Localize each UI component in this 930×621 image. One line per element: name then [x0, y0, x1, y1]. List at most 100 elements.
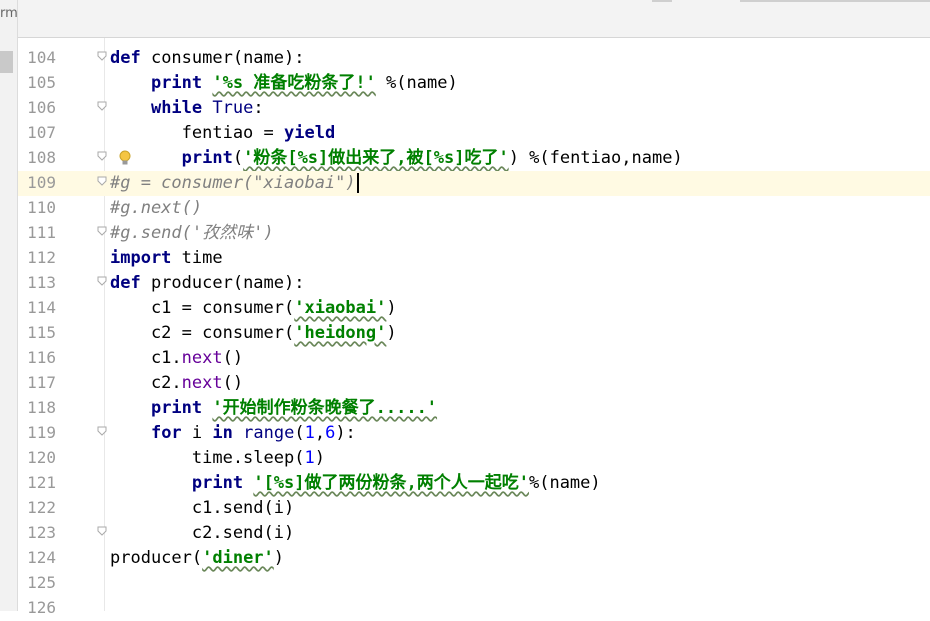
tab-divider	[740, 0, 930, 2]
code-token: i	[181, 423, 213, 443]
line-number: 120	[27, 448, 56, 467]
code-token: %(name)	[375, 73, 458, 93]
code-line[interactable]: 121 print '[%s]做了两份粉条,两个人一起吃'%(name)	[18, 471, 930, 496]
code-line[interactable]: 115 c2 = consumer('heidong')	[18, 321, 930, 346]
code-token: producer(name):	[140, 273, 305, 293]
line-number: 123	[27, 523, 56, 542]
code-token: (	[294, 423, 305, 443]
line-number: 116	[27, 348, 56, 367]
line-number: 109	[27, 173, 56, 192]
code-text[interactable]: print '%s 准备吃粉条了!' %(name)	[110, 71, 458, 95]
code-text[interactable]: def consumer(name):	[110, 46, 304, 70]
code-line[interactable]: 114 c1 = consumer('xiaobai')	[18, 296, 930, 321]
code-text[interactable]: producer('diner')	[110, 546, 284, 570]
code-text[interactable]: c2 = consumer('heidong')	[110, 321, 397, 345]
code-token: print	[191, 473, 244, 493]
code-line[interactable]: 123 c2.send(i)	[18, 521, 930, 546]
code-text[interactable]: #g = consumer("xiaobai")	[110, 171, 359, 195]
code-line[interactable]: 108 print('粉条[%s]做出来了,被[%s]吃了') %(fentia…	[18, 146, 930, 171]
line-number: 126	[27, 598, 56, 617]
code-token: %(name)	[528, 473, 601, 493]
code-line[interactable]: 126	[18, 596, 930, 621]
code-token: '%s 准备吃粉条了!'	[212, 73, 376, 93]
code-token: '粉条[%s]做出来了,被[%s]吃了'	[243, 148, 509, 168]
code-line[interactable]: 124 producer('diner')	[18, 546, 930, 571]
code-text[interactable]: print('粉条[%s]做出来了,被[%s]吃了') %(fentiao,na…	[110, 146, 683, 170]
text-caret	[356, 173, 359, 193]
code-line[interactable]: 106 while True:	[18, 96, 930, 121]
code-text[interactable]: c2.send(i)	[110, 521, 294, 545]
code-token: in	[212, 423, 233, 443]
code-token: ):	[335, 423, 356, 443]
code-token: )	[314, 448, 325, 468]
line-number: 125	[27, 573, 56, 592]
code-line[interactable]: 109 #g = consumer("xiaobai")	[18, 171, 930, 196]
fold-icon[interactable]	[97, 276, 107, 286]
tool-window-marker[interactable]	[0, 51, 13, 73]
code-text[interactable]: while True:	[110, 96, 264, 120]
code-line[interactable]: 113 def producer(name):	[18, 271, 930, 296]
code-text[interactable]: print '[%s]做了两份粉条,两个人一起吃'%(name)	[110, 471, 601, 495]
code-line[interactable]: 116 c1.next()	[18, 346, 930, 371]
code-token: True	[212, 98, 254, 118]
line-number: 119	[27, 423, 56, 442]
code-token: (	[232, 148, 244, 168]
code-text[interactable]: c2.next()	[110, 371, 243, 395]
code-line[interactable]: 120 time.sleep(1)	[18, 446, 930, 471]
code-token: c2.	[110, 373, 182, 393]
code-token: ,	[314, 423, 326, 443]
code-text[interactable]: c1.next()	[110, 346, 243, 370]
line-number: 114	[27, 298, 56, 317]
code-line[interactable]: 111 #g.send('孜然味')	[18, 221, 930, 246]
code-line[interactable]: 105 print '%s 准备吃粉条了!' %(name)	[18, 71, 930, 96]
code-text[interactable]: fentiao = yield	[110, 121, 336, 145]
code-token: ()	[222, 348, 244, 368]
code-line[interactable]: 119 for i in range(1,6):	[18, 421, 930, 446]
line-number: 122	[27, 498, 56, 517]
code-text[interactable]: time.sleep(1)	[110, 446, 325, 470]
code-text[interactable]: def producer(name):	[110, 271, 304, 295]
line-number: 113	[27, 273, 56, 292]
code-token: print	[150, 398, 203, 418]
fold-icon[interactable]	[97, 101, 107, 111]
code-line[interactable]: 110 #g.next()	[18, 196, 930, 221]
code-text[interactable]: for i in range(1,6):	[110, 421, 356, 445]
fold-icon[interactable]	[97, 226, 107, 236]
fold-icon[interactable]	[97, 426, 107, 436]
tab-divider	[652, 0, 672, 2]
fold-icon[interactable]	[97, 51, 107, 61]
editor-tab-bar	[18, 0, 930, 38]
line-number: 115	[27, 323, 56, 342]
code-line[interactable]: 118 print '开始制作粉条晚餐了.....'	[18, 396, 930, 421]
code-text[interactable]: c1.send(i)	[110, 496, 294, 520]
code-text[interactable]: import time	[110, 246, 223, 270]
code-text[interactable]: print '开始制作粉条晚餐了.....'	[110, 396, 437, 420]
tool-window-tab-label[interactable]: rm	[0, 6, 18, 21]
line-number: 112	[27, 248, 56, 267]
code-text[interactable]: c1 = consumer('xiaobai')	[110, 296, 397, 320]
fold-icon[interactable]	[97, 526, 107, 536]
fold-icon[interactable]	[97, 176, 107, 186]
code-line[interactable]: 125	[18, 571, 930, 596]
line-number: 121	[27, 473, 56, 492]
code-token: #g.next()	[110, 198, 203, 218]
code-token: #g.send('孜然味')	[110, 223, 274, 243]
code-line[interactable]: 122 c1.send(i)	[18, 496, 930, 521]
code-line[interactable]: 104 def consumer(name):	[18, 46, 930, 71]
code-line[interactable]: 112 import time	[18, 246, 930, 271]
code-line[interactable]: 117 c2.next()	[18, 371, 930, 396]
left-tool-strip: rm	[0, 0, 18, 611]
line-number: 117	[27, 373, 56, 392]
code-text[interactable]: #g.next()	[110, 196, 202, 220]
code-line[interactable]: 107 fentiao = yield	[18, 121, 930, 146]
fold-icon[interactable]	[97, 151, 107, 161]
code-token: time	[171, 248, 223, 268]
code-token: 'heidong'	[294, 323, 387, 343]
code-text[interactable]: #g.send('孜然味')	[110, 221, 274, 245]
